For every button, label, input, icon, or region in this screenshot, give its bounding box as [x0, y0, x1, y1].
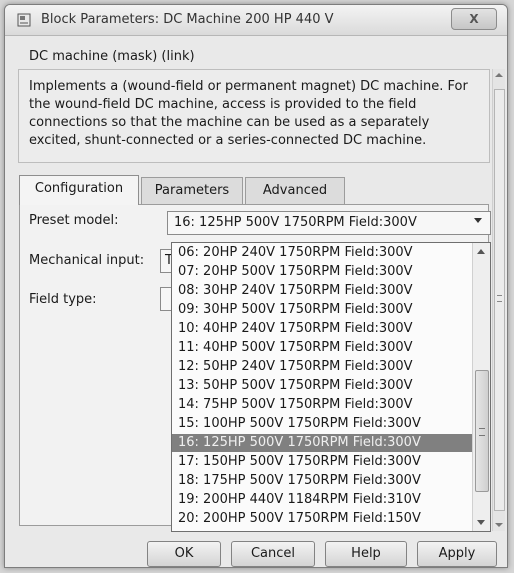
mask-header: DC machine (mask) (link) — [29, 49, 195, 64]
list-item[interactable]: 18: 175HP 500V 1750RPM Field:300V — [172, 472, 474, 490]
scroll-up-icon[interactable] — [477, 249, 485, 254]
list-item[interactable]: 15: 100HP 500V 1750RPM Field:300V — [172, 415, 474, 433]
dialog-scrollbar[interactable] — [492, 69, 505, 531]
list-scrollbar[interactable] — [472, 243, 490, 531]
help-button[interactable]: Help — [325, 541, 407, 567]
preset-model-options-list[interactable]: 06: 20HP 240V 1750RPM Field:300V 07: 20H… — [171, 242, 491, 532]
list-item-selected[interactable]: 16: 125HP 500V 1750RPM Field:300V — [172, 434, 474, 452]
list-item[interactable]: 09: 30HP 500V 1750RPM Field:300V — [172, 301, 474, 319]
list-item[interactable]: 19: 200HP 440V 1184RPM Field:310V — [172, 491, 474, 509]
list-item[interactable]: 13: 50HP 500V 1750RPM Field:300V — [172, 377, 474, 395]
title-bar[interactable]: Block Parameters: DC Machine 200 HP 440 … — [5, 5, 507, 36]
ok-button[interactable]: OK — [147, 541, 221, 567]
list-item[interactable]: 07: 20HP 500V 1750RPM Field:300V — [172, 263, 474, 281]
cancel-button[interactable]: Cancel — [231, 541, 315, 567]
description-panel: Implements a (wound-field or permanent m… — [18, 69, 490, 163]
window-title: Block Parameters: DC Machine 200 HP 440 … — [41, 12, 334, 27]
list-item[interactable]: 14: 75HP 500V 1750RPM Field:300V — [172, 396, 474, 414]
list-item[interactable]: 17: 150HP 500V 1750RPM Field:300V — [172, 453, 474, 471]
list-item[interactable]: 20: 200HP 500V 1750RPM Field:150V — [172, 510, 474, 528]
chevron-down-icon — [474, 218, 482, 223]
dialog-scroll-thumb[interactable] — [494, 89, 505, 511]
scroll-down-icon[interactable] — [477, 520, 485, 525]
list-scroll-thumb[interactable] — [475, 370, 489, 492]
list-item[interactable]: 08: 30HP 240V 1750RPM Field:300V — [172, 282, 474, 300]
grip-icon — [479, 428, 485, 436]
close-button[interactable]: X — [451, 8, 497, 30]
list-item[interactable]: 06: 20HP 240V 1750RPM Field:300V — [172, 244, 474, 262]
grip-icon — [497, 295, 502, 302]
preset-model-value: 16: 125HP 500V 1750RPM Field:300V — [174, 215, 417, 230]
block-parameters-dialog: Block Parameters: DC Machine 200 HP 440 … — [4, 4, 508, 568]
list-item[interactable]: 11: 40HP 500V 1750RPM Field:300V — [172, 339, 474, 357]
tab-parameters[interactable]: Parameters — [141, 177, 243, 204]
scroll-down-icon[interactable] — [495, 523, 503, 527]
simulink-block-icon — [17, 13, 31, 27]
list-item[interactable]: 12: 50HP 240V 1750RPM Field:300V — [172, 358, 474, 376]
field-type-label: Field type: — [29, 292, 97, 307]
preset-model-label: Preset model: — [29, 213, 119, 228]
description-text: Implements a (wound-field or permanent m… — [29, 79, 468, 148]
tab-advanced[interactable]: Advanced — [245, 177, 345, 204]
list-item[interactable]: 10: 40HP 240V 1750RPM Field:300V — [172, 320, 474, 338]
close-icon: X — [469, 12, 479, 26]
scroll-up-icon[interactable] — [495, 73, 503, 77]
mechanical-input-label: Mechanical input: — [29, 253, 145, 268]
dialog-button-row: OK Cancel Help Apply — [5, 541, 507, 567]
preset-model-dropdown[interactable]: 16: 125HP 500V 1750RPM Field:300V — [167, 211, 491, 235]
apply-button[interactable]: Apply — [417, 541, 497, 567]
tab-configuration[interactable]: Configuration — [19, 175, 139, 205]
